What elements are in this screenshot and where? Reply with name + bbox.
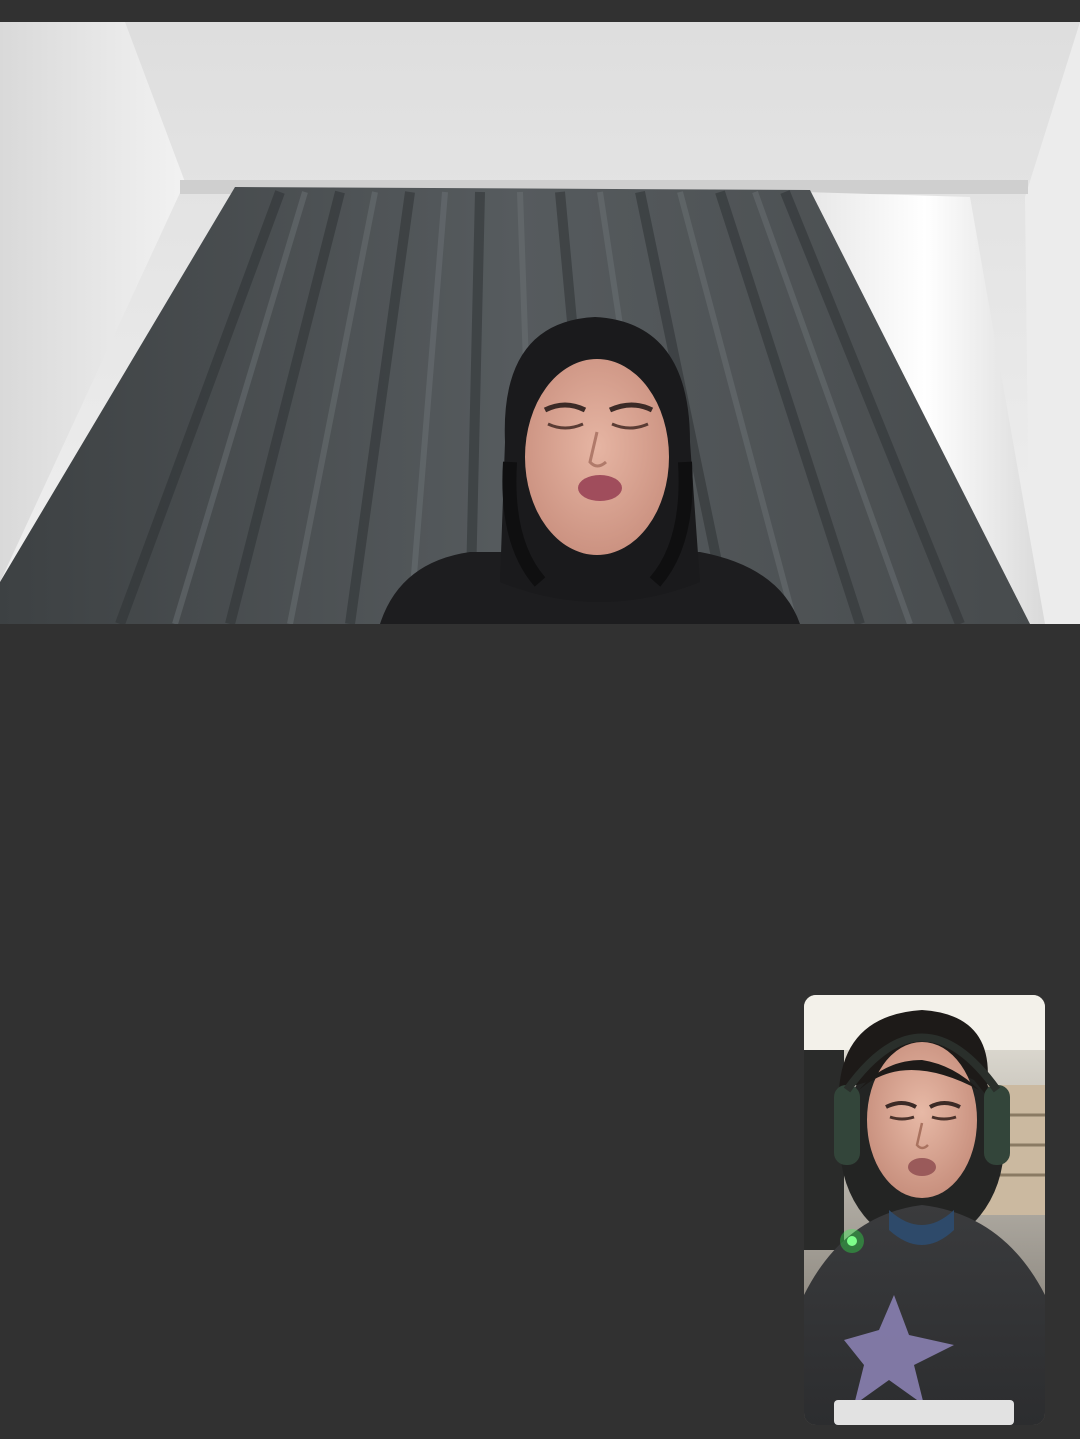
remote-camera-image	[0, 22, 1080, 624]
video-call-screen	[0, 0, 1080, 1439]
self-view-feed[interactable]	[804, 995, 1045, 1425]
self-camera-image	[804, 995, 1045, 1425]
remote-video-feed[interactable]	[0, 22, 1080, 624]
